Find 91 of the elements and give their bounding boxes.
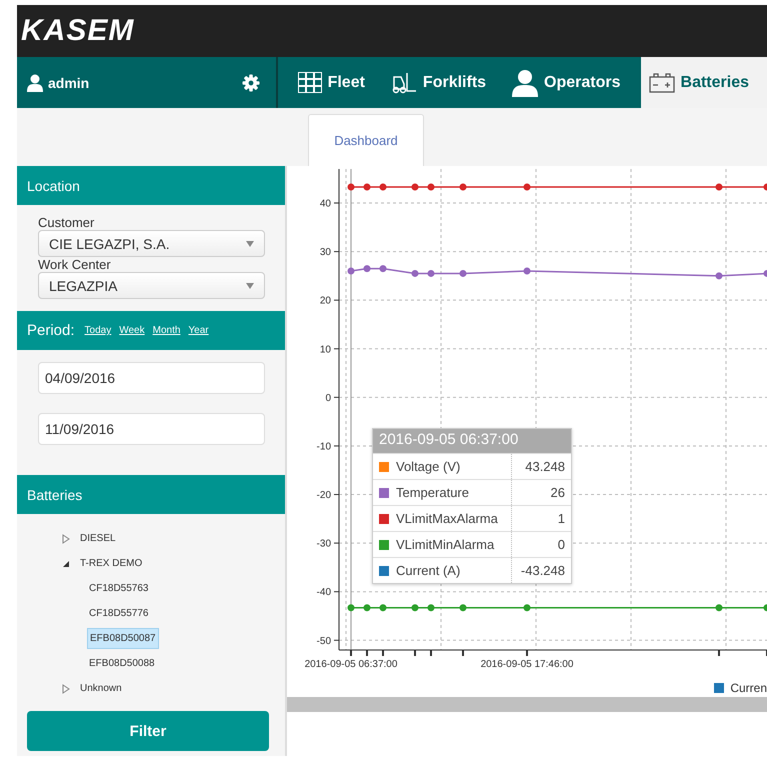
y-tick-label: 10 <box>320 344 331 356</box>
collapsed-triangle-icon[interactable] <box>62 534 70 544</box>
tooltip-title: 2016-09-05 06:37:00 <box>373 429 571 453</box>
data-point <box>460 604 466 612</box>
data-point <box>364 604 370 612</box>
series-name: VLimitMinAlarma <box>396 532 512 557</box>
dashboard-tab[interactable]: Dashboard <box>308 114 424 166</box>
data-point <box>364 265 370 272</box>
work-center-select[interactable]: LEGAZPIA <box>38 272 265 299</box>
data-point <box>716 604 722 612</box>
settings-icon[interactable] <box>242 74 260 92</box>
forklift-icon <box>390 72 417 94</box>
filter-button[interactable]: Filter <box>27 711 269 751</box>
user-name[interactable]: admin <box>48 74 90 90</box>
series-name: VLimitMaxAlarma <box>396 506 512 531</box>
y-tick-label: 40 <box>320 198 331 210</box>
data-point <box>380 265 386 272</box>
series-value: 43.248 <box>524 459 566 474</box>
period-link[interactable]: Month <box>152 325 180 336</box>
battery-icon <box>648 72 675 92</box>
tree-item[interactable]: EFB08D50087 <box>87 628 159 649</box>
tree-item[interactable]: DIESEL <box>78 529 118 548</box>
logo: KASEM <box>21 14 134 48</box>
tree-item[interactable]: T-REX DEMO <box>78 554 144 573</box>
y-tick-label: 20 <box>320 296 331 307</box>
data-point <box>348 183 354 190</box>
user-icon <box>27 74 43 92</box>
date-field[interactable]: 04/09/2016 <box>38 362 265 394</box>
data-point <box>764 183 767 190</box>
data-point <box>380 183 386 190</box>
x-tick-label: 2016-09-05 17:46:00 <box>480 659 574 670</box>
y-tick-label: 0 <box>325 392 331 404</box>
period-link[interactable]: Week <box>119 325 145 336</box>
period-link[interactable]: Year <box>188 325 209 336</box>
section-title: Location <box>27 178 80 194</box>
nav-tab[interactable]: Batteries <box>640 57 767 108</box>
data-point <box>412 604 418 612</box>
series-name: Temperature <box>396 480 512 505</box>
legend-label: Curren <box>730 681 767 695</box>
data-point <box>764 270 767 277</box>
series-value: 26 <box>550 485 566 500</box>
person-icon <box>512 68 538 96</box>
data-point <box>412 183 418 190</box>
y-tick-label: -50 <box>316 636 331 647</box>
y-tick-label: 30 <box>320 247 331 258</box>
data-point <box>460 183 466 190</box>
y-tick-label: -40 <box>316 587 331 598</box>
expanded-triangle-icon[interactable] <box>62 558 70 568</box>
y-tick-label: -20 <box>316 490 331 502</box>
nav-tab[interactable]: Operators <box>502 57 631 108</box>
data-point <box>460 270 466 277</box>
data-point <box>764 604 767 612</box>
customer-select[interactable]: CIE LEGAZPI, S.A. <box>38 230 265 257</box>
series-value: -43.248 <box>520 563 566 578</box>
data-point <box>412 270 418 277</box>
y-tick-label: -30 <box>316 538 331 550</box>
tree-item[interactable]: CF18D55776 <box>87 604 150 623</box>
y-tick-label: -10 <box>316 441 331 452</box>
data-point <box>428 183 434 190</box>
data-point <box>348 268 354 275</box>
nav-tab[interactable]: Fleet <box>288 57 375 108</box>
field-label: Customer <box>38 215 96 230</box>
dropdown-caret-icon <box>246 240 254 246</box>
x-tick-label: 2016-09-05 06:37:00 <box>304 659 398 670</box>
data-point <box>364 183 370 190</box>
series-name: Current (A) <box>396 558 512 583</box>
data-point <box>428 270 434 277</box>
nav-tab[interactable]: Forklifts <box>380 57 496 108</box>
dropdown-caret-icon <box>246 282 254 288</box>
grid-icon <box>298 72 322 94</box>
data-point <box>380 604 386 612</box>
data-point <box>716 183 722 190</box>
data-point <box>524 183 530 190</box>
collapsed-triangle-icon[interactable] <box>62 684 70 694</box>
data-point <box>428 604 434 612</box>
scrollbar[interactable] <box>287 697 767 712</box>
series-name: Voltage (V) <box>396 454 512 479</box>
series-value: 0 <box>556 537 566 552</box>
data-point <box>524 268 530 275</box>
tree-item[interactable]: Unknown <box>78 679 124 698</box>
section-title: Period: <box>27 322 75 339</box>
period-link[interactable]: Today <box>84 325 112 336</box>
tree-item[interactable]: CF18D55763 <box>87 579 150 598</box>
tree-item[interactable]: EFB08D50088 <box>87 654 157 673</box>
section-title: Batteries <box>27 486 82 502</box>
field-label: Work Center <box>38 257 112 272</box>
data-point <box>716 272 722 280</box>
data-point <box>348 604 354 612</box>
date-field[interactable]: 11/09/2016 <box>38 413 265 445</box>
data-point <box>524 604 530 612</box>
series-value: 1 <box>556 511 566 526</box>
